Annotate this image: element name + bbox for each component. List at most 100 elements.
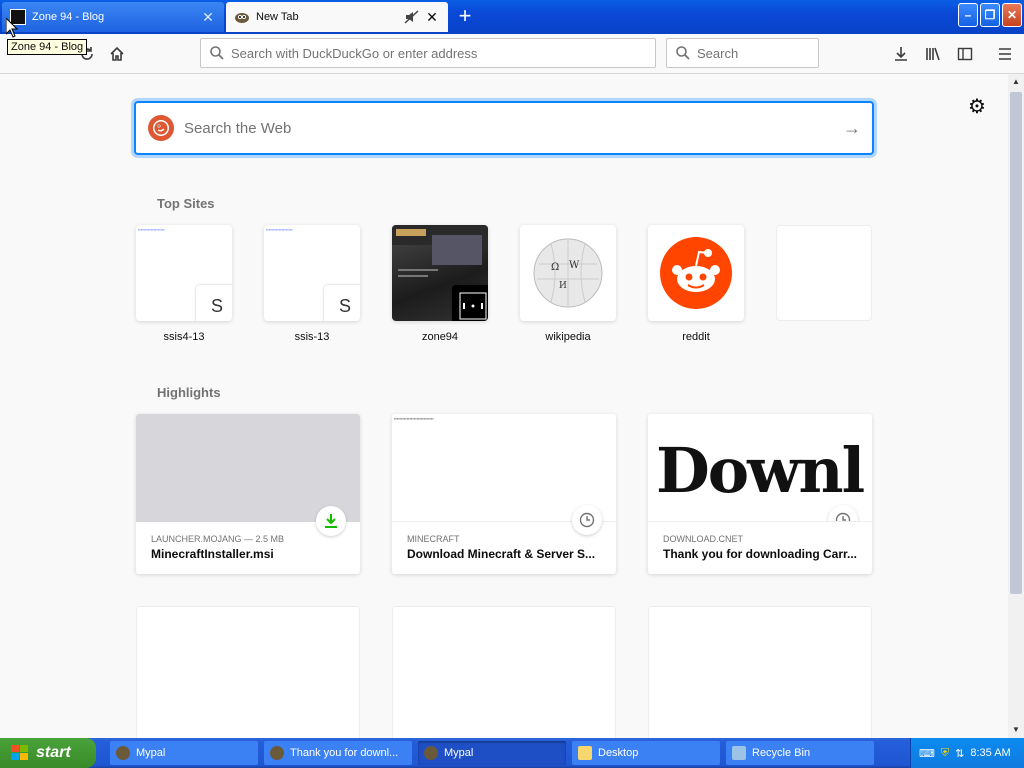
site-thumbnail [392,225,488,321]
highlights-heading: Highlights [157,385,221,400]
clock-icon [828,505,858,521]
thumbnail-text-decoration: ▪▪▪▪▪▪▪▪▪▪▪▪▪▪▪▪▪▪▪ [266,227,293,232]
search-icon [676,46,690,60]
search-icon [210,46,224,60]
highlight-title: Thank you for downloading Carr... [663,547,857,561]
address-bar[interactable]: Search with DuckDuckGo or enter address [200,38,656,68]
network-icon[interactable]: ⇅ [955,747,964,760]
site-label: reddit [682,331,710,343]
security-shield-icon[interactable]: ⛨ [941,747,949,760]
library-icon[interactable] [920,41,946,67]
highlight-card[interactable]: Downl DOWNLOAD.CNET Thank you for downlo… [648,414,872,574]
search-bar[interactable]: Search [666,38,819,68]
close-window-icon[interactable]: ✕ [1002,3,1022,27]
highlight-card[interactable]: LAUNCHER.MOJANG — 2.5 MB MinecraftInstal… [136,414,360,574]
taskbar-item[interactable]: Mypal [110,741,258,765]
downloads-icon[interactable] [888,41,914,67]
web-search-placeholder: Search the Web [184,119,292,137]
taskbar-item-label: Mypal [444,747,474,759]
highlight-card[interactable]: ▪▪▪▪▪▪▪▪▪▪▪▪▪▪▪▪▪▪▪▪▪▪▪▪▪▪▪▪ MINECRAFT D… [392,414,616,574]
close-tab-icon[interactable]: ✕ [200,9,216,25]
mute-tab-icon[interactable] [404,9,420,25]
top-site-placeholder [776,225,872,321]
top-site-tile[interactable]: zone94 [392,225,488,343]
minimize-icon[interactable]: – [958,3,978,27]
svg-text:И: И [559,281,567,291]
new-tab-page: ⚙ Search the Web → Top Sites ▪▪▪▪▪▪▪▪▪▪▪… [0,74,1008,738]
mypal-icon [424,746,438,760]
address-placeholder: Search with DuckDuckGo or enter address [231,45,478,61]
tab-new-tab[interactable]: New Tab ✕ [226,2,448,32]
site-label: ssis-13 [294,331,330,343]
clock-icon [572,505,602,535]
highlight-title: MinecraftInstaller.msi [151,547,274,561]
download-icon [316,506,346,536]
taskbar-item[interactable]: Thank you for downl... [264,741,412,765]
thumbnail-text-decoration: ▪▪▪▪▪▪▪▪▪▪▪▪▪▪▪▪▪▪▪ [138,227,165,232]
top-site-tile[interactable]: ▪▪▪▪▪▪▪▪▪▪▪▪▪▪▪▪▪▪▪ S ssis4-13 [136,225,232,343]
empty-highlight-slot [392,606,616,738]
taskbar-item-label: Mypal [136,747,166,759]
site-letter-icon: S [196,285,232,321]
wikipedia-globe-icon: Ω W И [533,238,603,308]
site-thumbnail: Ω W И [520,225,616,321]
gear-icon[interactable]: ⚙ [966,94,988,118]
mouse-cursor-icon [5,16,19,41]
top-site-tile[interactable]: ▪▪▪▪▪▪▪▪▪▪▪▪▪▪▪▪▪▪▪ S ssis-13 [264,225,360,343]
restore-icon[interactable]: ❐ [980,3,1000,27]
arrow-right-icon[interactable]: → [832,118,872,139]
site-thumbnail [648,225,744,321]
tab-zone94-blog[interactable]: Zone 94 - Blog ✕ [2,2,224,32]
highlight-source: LAUNCHER.MOJANG — 2.5 MB [151,534,285,544]
web-search-box[interactable]: Search the Web → [135,102,873,154]
taskbar-item[interactable]: Recycle Bin [726,741,874,765]
title-bar: Zone 94 - Blog ✕ New Tab ✕ + – ❐ ✕ [0,0,1024,34]
clock[interactable]: 8:35 AM [970,747,1010,759]
taskbar-item[interactable]: Mypal [418,741,566,765]
search-placeholder: Search [697,45,739,61]
highlight-source: DOWNLOAD.CNET [663,534,744,544]
taskbar-item-label: Desktop [598,747,639,759]
empty-highlight-slot [136,606,360,738]
highlight-title: Download Minecraft & Server S... [407,547,596,561]
sidebar-icon[interactable] [952,41,978,67]
site-label: zone94 [421,331,459,343]
scrollbar-thumb[interactable] [1010,92,1022,594]
vertical-scrollbar[interactable]: ▲ ▼ [1008,74,1024,738]
empty-highlight-slot [648,606,872,738]
folder-icon [578,746,592,760]
tab-label: Zone 94 - Blog [32,11,105,23]
tab-label: New Tab [256,11,299,23]
top-site-tile[interactable]: Ω W И wikipedia [520,225,616,343]
mypal-icon [116,746,130,760]
menu-icon[interactable] [992,41,1018,67]
site-label: wikipedia [545,331,591,343]
scroll-up-icon[interactable]: ▲ [1008,74,1024,90]
top-site-tile[interactable]: reddit [648,225,744,343]
tab-tooltip: Zone 94 - Blog [7,39,88,55]
taskbar-item[interactable]: Desktop [572,741,720,765]
highlight-thumbnail: ▪▪▪▪▪▪▪▪▪▪▪▪▪▪▪▪▪▪▪▪▪▪▪▪▪▪▪▪ [392,414,616,535]
keyboard-icon[interactable]: ⌨ [919,747,935,760]
new-tab-plus-icon[interactable]: + [452,4,478,30]
highlight-thumbnail [136,414,360,536]
highlight-source: MINECRAFT [407,534,460,544]
svg-text:W: W [569,260,580,271]
empty-site-slot [776,225,872,321]
taskbar-item-label: Recycle Bin [752,747,811,759]
highlight-thumb-text: Downl [656,434,865,507]
windows-flag-icon [11,745,28,760]
close-tab-icon[interactable]: ✕ [424,9,440,25]
start-button[interactable]: start [0,738,96,768]
site-thumbnail: ▪▪▪▪▪▪▪▪▪▪▪▪▪▪▪▪▪▪▪ S [136,225,232,321]
scroll-down-icon[interactable]: ▼ [1008,722,1024,738]
window-controls: – ❐ ✕ [958,3,1022,27]
home-icon[interactable] [104,41,130,67]
site-label: ssis4-13 [163,331,205,343]
recycle-bin-icon [732,746,746,760]
svg-text:Ω: Ω [551,262,559,273]
thumbnail-text-decoration: ▪▪▪▪▪▪▪▪▪▪▪▪▪▪▪▪▪▪▪▪▪▪▪▪▪▪▪▪ [394,416,434,421]
start-label: start [36,744,71,761]
mypal-favicon-icon [234,9,250,25]
reddit-icon [660,237,732,309]
